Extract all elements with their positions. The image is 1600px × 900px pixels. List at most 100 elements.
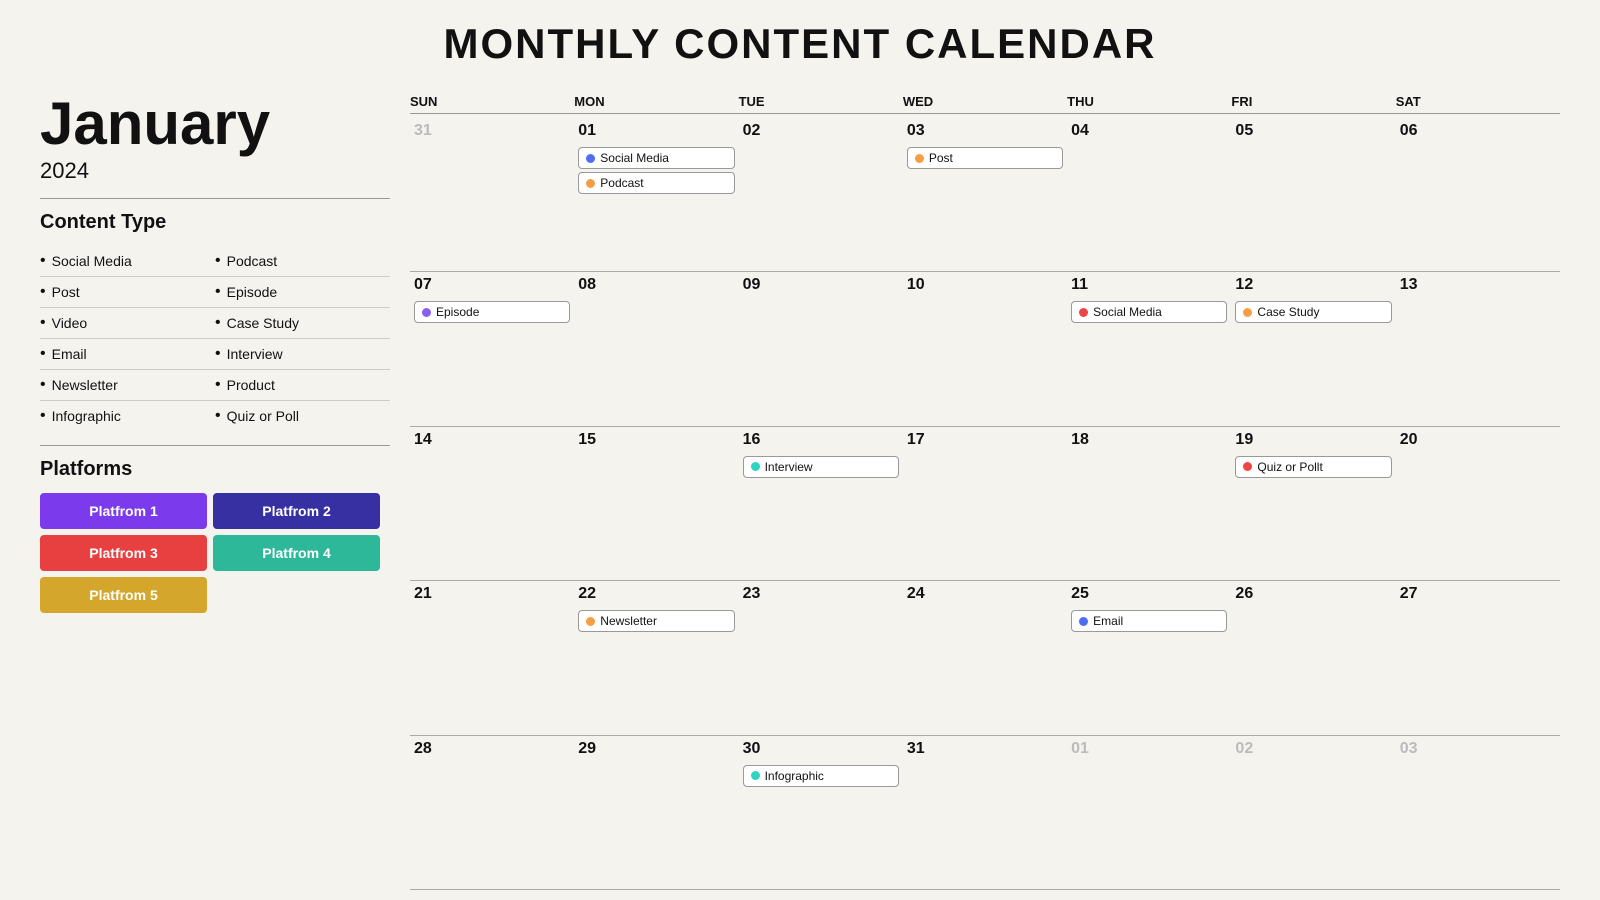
calendar-cell: 31 xyxy=(410,118,574,272)
calendar-cell: 11Social Media xyxy=(1067,272,1231,426)
content-type-label: Newsletter xyxy=(52,377,118,393)
content-type-label: Video xyxy=(52,315,88,331)
calendar-date: 10 xyxy=(907,276,1063,294)
content-type-item: • Quiz or Poll xyxy=(215,401,390,431)
platforms-heading: Platforms xyxy=(40,458,390,481)
content-type-label: Email xyxy=(52,346,87,362)
content-type-grid: •Social Media•Post•Video•Email•Newslette… xyxy=(40,246,390,431)
calendar-day-header: SUN xyxy=(410,94,574,114)
calendar-cell: 15 xyxy=(574,427,738,581)
event-dot-icon xyxy=(751,462,760,471)
calendar-day-header: FRI xyxy=(1231,94,1395,114)
calendar-cell: 12Case Study xyxy=(1231,272,1395,426)
event-badge: Email xyxy=(1071,610,1227,632)
content-type-label: Interview xyxy=(227,346,283,362)
platform-button-4[interactable]: Platfrom 4 xyxy=(213,535,380,571)
calendar-cell: 18 xyxy=(1067,427,1231,581)
platform-button-5[interactable]: Platfrom 5 xyxy=(40,577,207,613)
bullet-icon: • xyxy=(40,407,46,425)
content-col-2: •Podcast•Episode•Case Study•Interview•Pr… xyxy=(215,246,390,431)
calendar-date: 06 xyxy=(1400,122,1556,140)
event-label: Quiz or Pollt xyxy=(1257,460,1322,474)
event-badge: Newsletter xyxy=(578,610,734,632)
calendar-cell: 31 xyxy=(903,736,1067,890)
content-type-item: •Social Media xyxy=(40,246,215,277)
content-type-item: •Product xyxy=(215,370,390,401)
calendar-date: 15 xyxy=(578,431,734,449)
calendar-cell: 03Post xyxy=(903,118,1067,272)
platform-button-2[interactable]: Platfrom 2 xyxy=(213,493,380,529)
calendar-date: 02 xyxy=(1235,740,1391,758)
event-label: Newsletter xyxy=(600,614,657,628)
content-type-item: •Video xyxy=(40,308,215,339)
calendar-date: 13 xyxy=(1400,276,1556,294)
calendar-day-header: SAT xyxy=(1396,94,1560,114)
calendar-date: 11 xyxy=(1071,276,1227,294)
bullet-icon: • xyxy=(40,283,46,301)
calendar-day-header: MON xyxy=(574,94,738,114)
calendar-cell: 19Quiz or Pollt xyxy=(1231,427,1395,581)
calendar-cell: 30Infographic xyxy=(739,736,903,890)
calendar-date: 07 xyxy=(414,276,570,294)
calendar-cell: 23 xyxy=(739,581,903,735)
bullet-icon: • xyxy=(215,407,221,425)
calendar-date: 30 xyxy=(743,740,899,758)
calendar-date: 03 xyxy=(1400,740,1556,758)
content-type-label: Post xyxy=(52,284,80,300)
calendar-date: 31 xyxy=(414,122,570,140)
event-badge: Quiz or Pollt xyxy=(1235,456,1391,478)
calendar-date: 20 xyxy=(1400,431,1556,449)
event-label: Post xyxy=(929,151,953,165)
calendar-cell: 02 xyxy=(1231,736,1395,890)
content-type-item: • Newsletter xyxy=(40,370,215,401)
calendar: SUNMONTUEWEDTHUFRISAT 3101Social MediaPo… xyxy=(410,84,1560,890)
calendar-cell: 03 xyxy=(1396,736,1560,890)
calendar-cell: 27 xyxy=(1396,581,1560,735)
calendar-date: 29 xyxy=(578,740,734,758)
calendar-date: 05 xyxy=(1235,122,1391,140)
calendar-date: 12 xyxy=(1235,276,1391,294)
content-type-label: Product xyxy=(227,377,275,393)
event-label: Social Media xyxy=(600,151,669,165)
calendar-day-header: THU xyxy=(1067,94,1231,114)
event-label: Episode xyxy=(436,305,479,319)
calendar-date: 01 xyxy=(1071,740,1227,758)
calendar-date: 26 xyxy=(1235,585,1391,603)
bullet-icon: • xyxy=(215,314,221,332)
event-dot-icon xyxy=(422,308,431,317)
event-badge: Episode xyxy=(414,301,570,323)
calendar-cell: 29 xyxy=(574,736,738,890)
calendar-cell: 02 xyxy=(739,118,903,272)
year: 2024 xyxy=(40,158,390,184)
content-type-item: •Email xyxy=(40,339,215,370)
calendar-cell: 09 xyxy=(739,272,903,426)
calendar-cell: 07 Episode xyxy=(410,272,574,426)
month-name: January xyxy=(40,94,390,154)
event-dot-icon xyxy=(586,617,595,626)
calendar-date: 08 xyxy=(578,276,734,294)
platform-button-1[interactable]: Platfrom 1 xyxy=(40,493,207,529)
calendar-day-header: WED xyxy=(903,94,1067,114)
calendar-cell: 01Social MediaPodcast xyxy=(574,118,738,272)
calendar-date: 16 xyxy=(743,431,899,449)
calendar-cell: 01 xyxy=(1067,736,1231,890)
calendar-cell: 05 xyxy=(1231,118,1395,272)
page-title: MONTHLY CONTENT CALENDAR xyxy=(40,20,1560,68)
platform-button-3[interactable]: Platfrom 3 xyxy=(40,535,207,571)
divider-2 xyxy=(40,445,390,446)
divider-1 xyxy=(40,198,390,199)
calendar-date: 02 xyxy=(743,122,899,140)
content-type-item: •Podcast xyxy=(215,246,390,277)
content-type-label: Social Media xyxy=(52,253,132,269)
calendar-cell: 06 xyxy=(1396,118,1560,272)
bullet-icon: • xyxy=(215,252,221,270)
calendar-cell: 13 xyxy=(1396,272,1560,426)
calendar-date: 14 xyxy=(414,431,570,449)
calendar-cell: 10 xyxy=(903,272,1067,426)
bullet-icon: • xyxy=(215,345,221,363)
calendar-cell: 22Newsletter xyxy=(574,581,738,735)
event-badge: Social Media xyxy=(578,147,734,169)
event-dot-icon xyxy=(751,771,760,780)
content-type-label: Quiz or Poll xyxy=(227,408,299,424)
bullet-icon: • xyxy=(40,376,46,394)
